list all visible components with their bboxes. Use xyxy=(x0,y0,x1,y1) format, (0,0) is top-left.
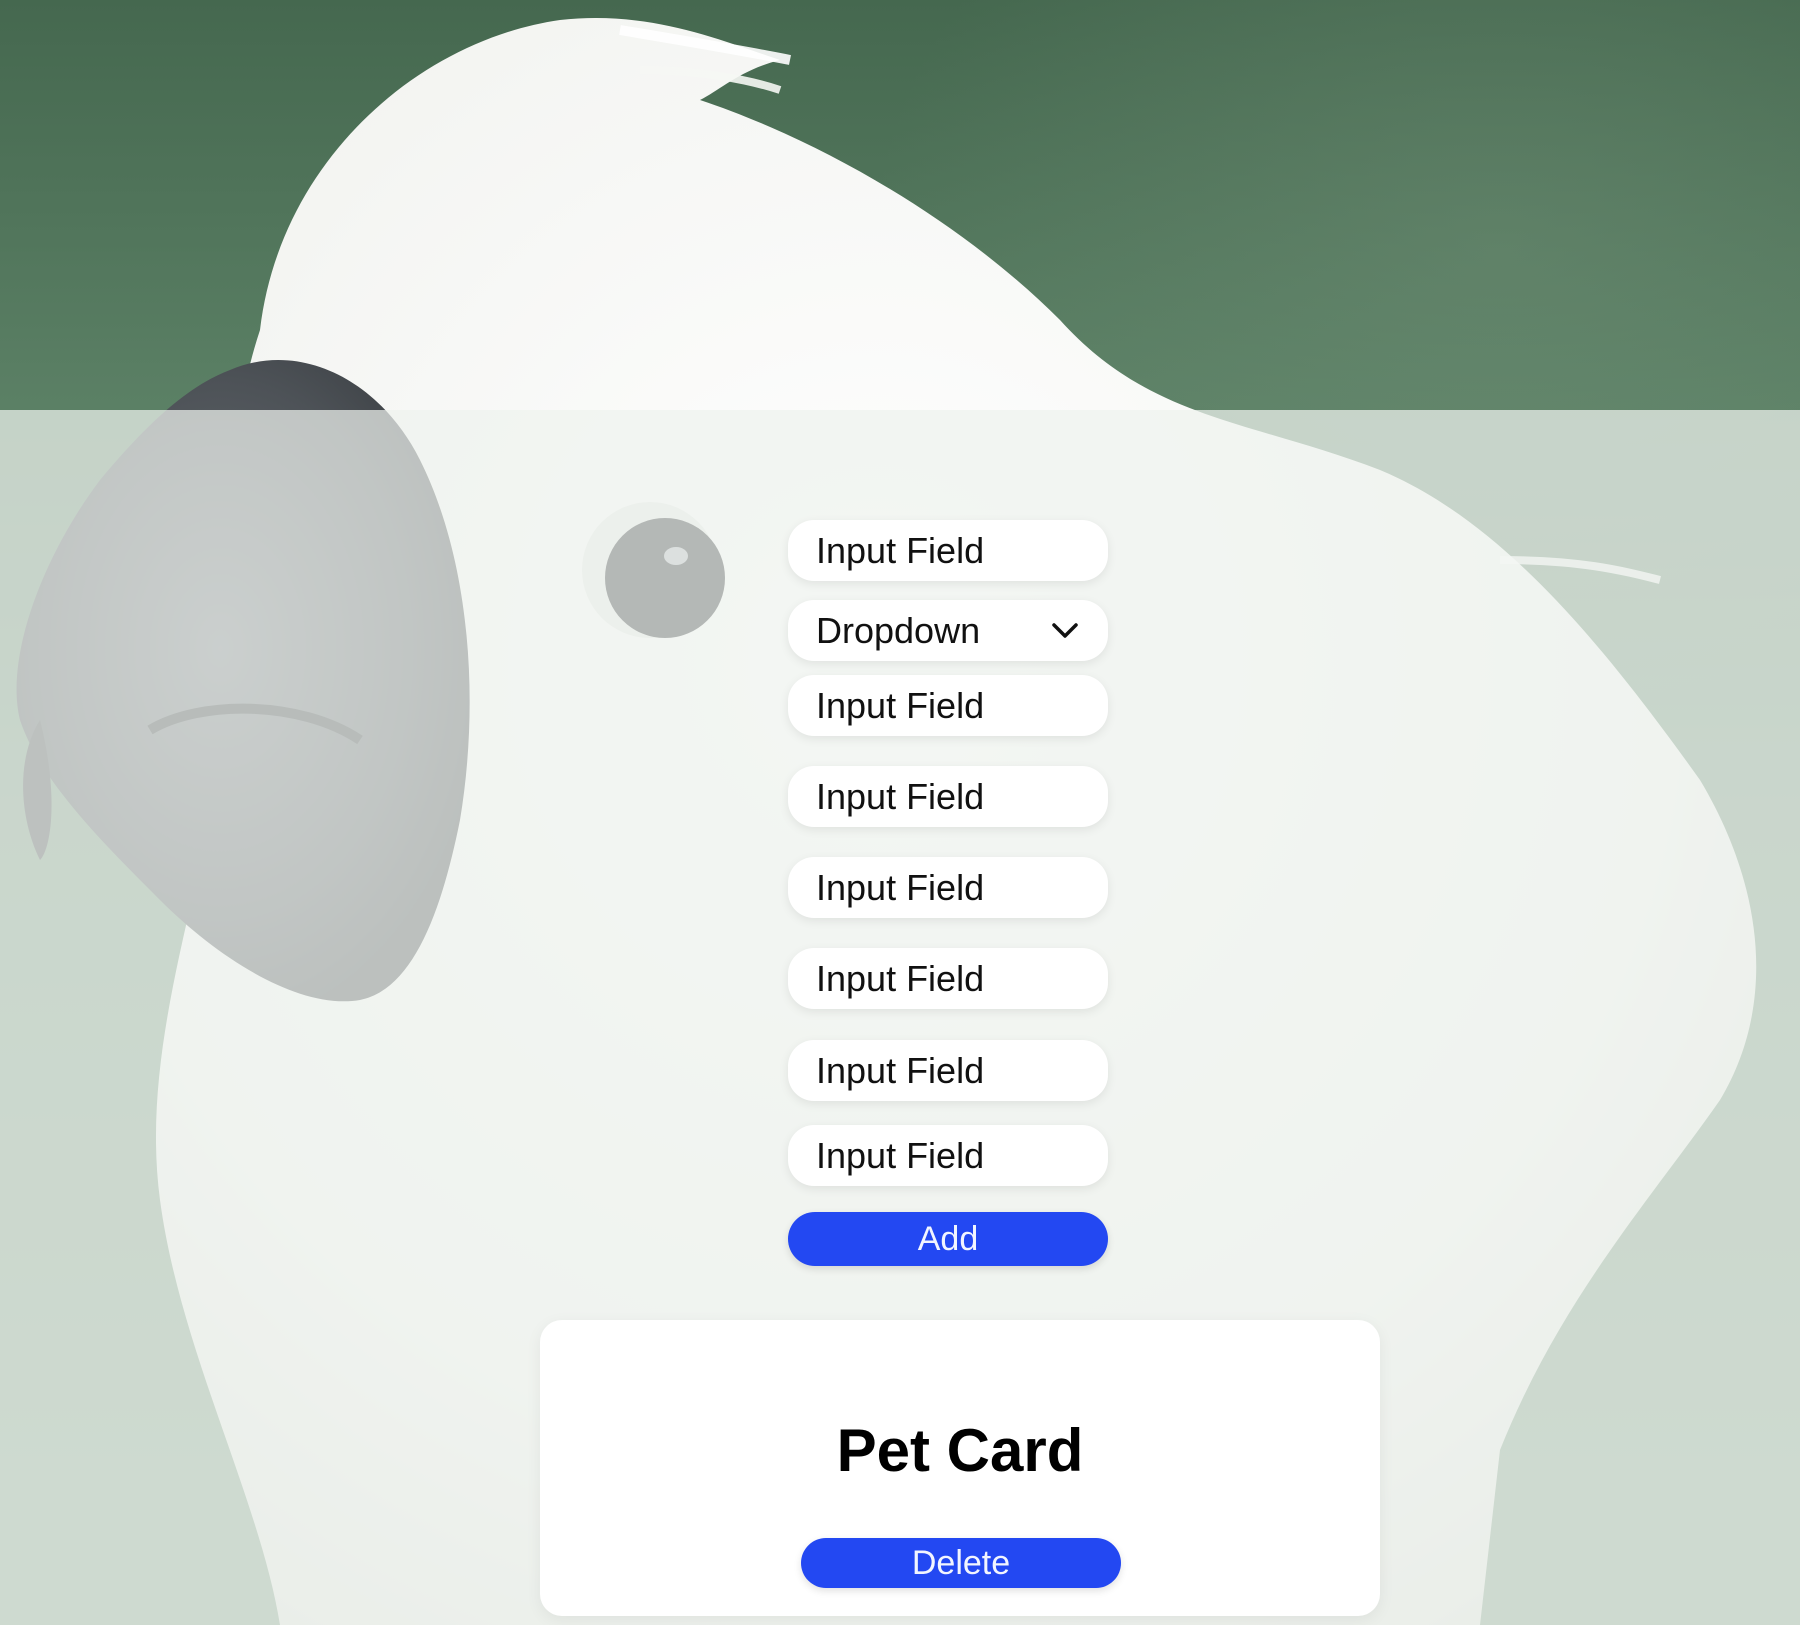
input-field-5[interactable] xyxy=(788,948,1108,1009)
chevron-down-icon xyxy=(1050,616,1080,646)
pet-card: Pet Card Delete xyxy=(540,1320,1380,1616)
add-button[interactable]: Add xyxy=(788,1212,1108,1266)
dropdown-select[interactable]: Dropdown xyxy=(788,600,1108,661)
input-field-6[interactable] xyxy=(788,1040,1108,1101)
dropdown-selected-value: Dropdown xyxy=(816,609,981,651)
input-field-3[interactable] xyxy=(788,766,1108,827)
input-field-1[interactable] xyxy=(788,520,1108,581)
pet-card-title: Pet Card xyxy=(836,1417,1084,1484)
input-field-7[interactable] xyxy=(788,1125,1108,1186)
delete-button[interactable]: Delete xyxy=(801,1538,1121,1588)
input-field-2[interactable] xyxy=(788,675,1108,736)
input-field-4[interactable] xyxy=(788,857,1108,918)
